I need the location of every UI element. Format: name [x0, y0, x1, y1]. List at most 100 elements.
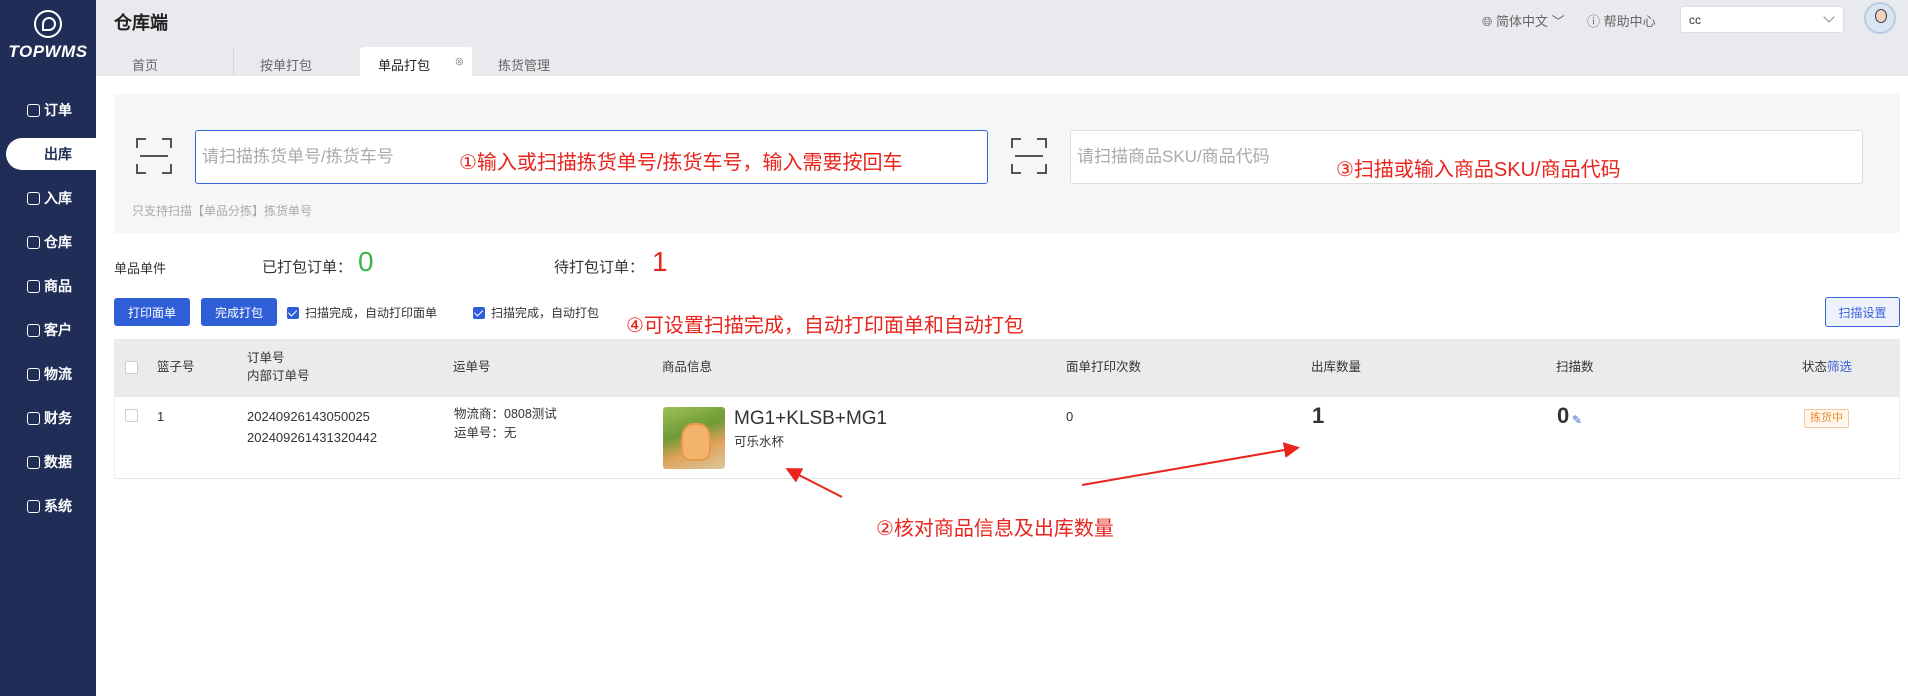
packed-orders-label: 已打包订单： — [262, 259, 353, 276]
scan-hint: 只支持扫描【单品分拣】拣货单号 — [132, 204, 313, 218]
sidebar-item-inbound[interactable]: 入库 — [0, 176, 96, 220]
outbound-icon — [27, 147, 40, 161]
sidebar-item-label: 商品 — [44, 278, 72, 294]
table-header: 篮子号 订单号 内部订单号 运单号 商品信息 面单打印次数 出库数量 扫描数 状… — [114, 339, 1900, 397]
input-placeholder: 请扫描商品SKU/商品代码 — [1077, 147, 1270, 166]
tab-bar: 首页 按单打包 单品打包 ⊗ 拣货管理 — [96, 40, 1908, 76]
sidebar-item-label: 订单 — [44, 102, 72, 118]
print-count: 0 — [1066, 409, 1074, 424]
col-print-count: 面单打印次数 — [1066, 360, 1142, 374]
tab-label: 拣货管理 — [498, 58, 551, 73]
annotation-2: ②核对商品信息及出库数量 — [876, 518, 1114, 540]
table-row: 1 20240926143050025 202409261431320442 物… — [114, 397, 1900, 479]
annotation-4: ④可设置扫描完成，自动打印面单和自动打包 — [626, 315, 1024, 337]
checkbox-checked-icon — [473, 306, 485, 319]
product-icon — [27, 279, 40, 293]
annotation-1: ①输入或扫描拣货单号/拣货车号，输入需要按回车 — [459, 152, 903, 174]
col-product: 商品信息 — [662, 360, 713, 374]
finish-pack-button[interactable]: 完成打包 — [201, 298, 277, 326]
language-label: 简体中文 — [1496, 14, 1549, 29]
select-all-checkbox[interactable] — [125, 361, 138, 374]
col-order-no: 订单号 — [247, 351, 285, 365]
sidebar-item-label: 客户 — [44, 322, 72, 338]
status-badge: 拣货中 — [1804, 409, 1849, 428]
tab-picking[interactable]: 拣货管理 — [480, 47, 600, 76]
sidebar-item-warehouse[interactable]: 仓库 — [0, 220, 96, 264]
out-quantity: 1 — [1312, 403, 1325, 428]
finance-icon — [27, 411, 40, 425]
language-switcher[interactable]: 🌐︎ 简体中文 ﹀ — [1482, 11, 1565, 30]
sidebar-item-products[interactable]: 商品 — [0, 264, 96, 308]
scan-icon — [1011, 138, 1047, 174]
checkbox-checked-icon — [287, 306, 299, 319]
product-desc: 可乐水杯 — [734, 435, 785, 449]
sidebar-item-label: 仓库 — [44, 234, 72, 250]
logo: TOPWMS — [0, 10, 96, 62]
tab-label: 单品打包 — [378, 58, 431, 73]
edit-icon[interactable]: ✎ — [1572, 411, 1582, 430]
col-waybill: 运单号 — [453, 360, 491, 374]
status-filter-link[interactable]: 筛选 — [1827, 360, 1852, 374]
packed-orders-count: 0 — [358, 246, 374, 277]
data-icon — [27, 455, 40, 469]
pack-mode-label: 单品单件 — [114, 261, 167, 276]
sidebar-item-system[interactable]: 系统 — [0, 484, 96, 528]
sidebar: TOPWMS 订单 出库 入库 仓库 商品 客户 物流 财务 数据 系统 — [0, 0, 96, 696]
logo-icon — [34, 10, 62, 38]
print-label-button[interactable]: 打印面单 — [114, 298, 190, 326]
sidebar-item-data[interactable]: 数据 — [0, 440, 96, 484]
sidebar-item-orders[interactable]: 订单 — [0, 88, 96, 132]
customer-icon — [27, 323, 40, 337]
gear-icon — [27, 499, 40, 513]
globe-icon: 🌐︎ — [1482, 14, 1497, 29]
sidebar-nav: 订单 出库 入库 仓库 商品 客户 物流 财务 数据 系统 — [0, 88, 96, 528]
carrier: 物流商：0808测试 — [454, 407, 557, 421]
chevron-down-icon: ﹀ — [1548, 14, 1565, 29]
avatar[interactable] — [1864, 2, 1896, 34]
help-center-link[interactable]: ⓘ 帮助中心 — [1587, 11, 1656, 30]
pending-orders-count: 1 — [652, 246, 668, 277]
sidebar-item-label: 数据 — [44, 454, 72, 470]
sidebar-item-label: 财务 — [44, 410, 72, 426]
input-placeholder: 请扫描拣货单号/拣货车号 — [202, 147, 394, 166]
user-select[interactable]: cc — [1680, 6, 1844, 33]
tab-order-pack[interactable]: 按单打包 — [242, 47, 362, 76]
col-basket: 篮子号 — [157, 360, 195, 374]
order-number: 20240926143050025 — [247, 409, 370, 424]
sidebar-item-customers[interactable]: 客户 — [0, 308, 96, 352]
top-header: 仓库端 🌐︎ 简体中文 ﹀ ⓘ 帮助中心 cc — [96, 0, 1908, 40]
col-status: 状态筛选 — [1802, 358, 1852, 376]
tab-home[interactable]: 首页 — [114, 47, 234, 76]
sidebar-item-label: 出库 — [44, 146, 72, 162]
help-label: 帮助中心 — [1603, 14, 1656, 29]
pending-orders-label: 待打包订单： — [554, 259, 645, 276]
order-icon — [27, 103, 40, 117]
auto-pack-checkbox[interactable]: 扫描完成，自动打包 — [473, 304, 599, 321]
col-out-qty: 出库数量 — [1311, 360, 1362, 374]
col-scan-count: 扫描数 — [1556, 360, 1594, 374]
product-thumbnail — [663, 407, 725, 469]
row-checkbox[interactable] — [125, 409, 138, 422]
annotation-3: ③扫描或输入商品SKU/商品代码 — [1336, 159, 1621, 181]
page-title: 仓库端 — [114, 13, 168, 33]
user-select-value: cc — [1689, 13, 1701, 27]
internal-order-number: 202409261431320442 — [247, 430, 378, 445]
logo-text: TOPWMS — [8, 42, 88, 61]
sidebar-item-label: 入库 — [44, 190, 72, 206]
scan-settings-button[interactable]: 扫描设置 — [1825, 297, 1900, 327]
sidebar-item-finance[interactable]: 财务 — [0, 396, 96, 440]
sidebar-item-logistics[interactable]: 物流 — [0, 352, 96, 396]
help-icon: ⓘ — [1587, 14, 1604, 29]
auto-print-checkbox[interactable]: 扫描完成，自动打印面单 — [287, 304, 437, 321]
basket-number: 1 — [157, 409, 165, 424]
tab-single-pack[interactable]: 单品打包 ⊗ — [360, 47, 472, 76]
col-internal-order-no: 内部订单号 — [247, 369, 310, 383]
product-name: MG1+KLSB+MG1 — [734, 408, 888, 429]
warehouse-icon — [27, 235, 40, 249]
close-icon[interactable]: ⊗ — [455, 55, 464, 68]
col-status-label: 状态 — [1802, 360, 1828, 374]
checkbox-label: 扫描完成，自动打印面单 — [305, 306, 438, 320]
scan-count: 0 — [1557, 403, 1570, 428]
sidebar-item-outbound[interactable]: 出库 — [0, 132, 96, 176]
inbound-icon — [27, 191, 40, 205]
